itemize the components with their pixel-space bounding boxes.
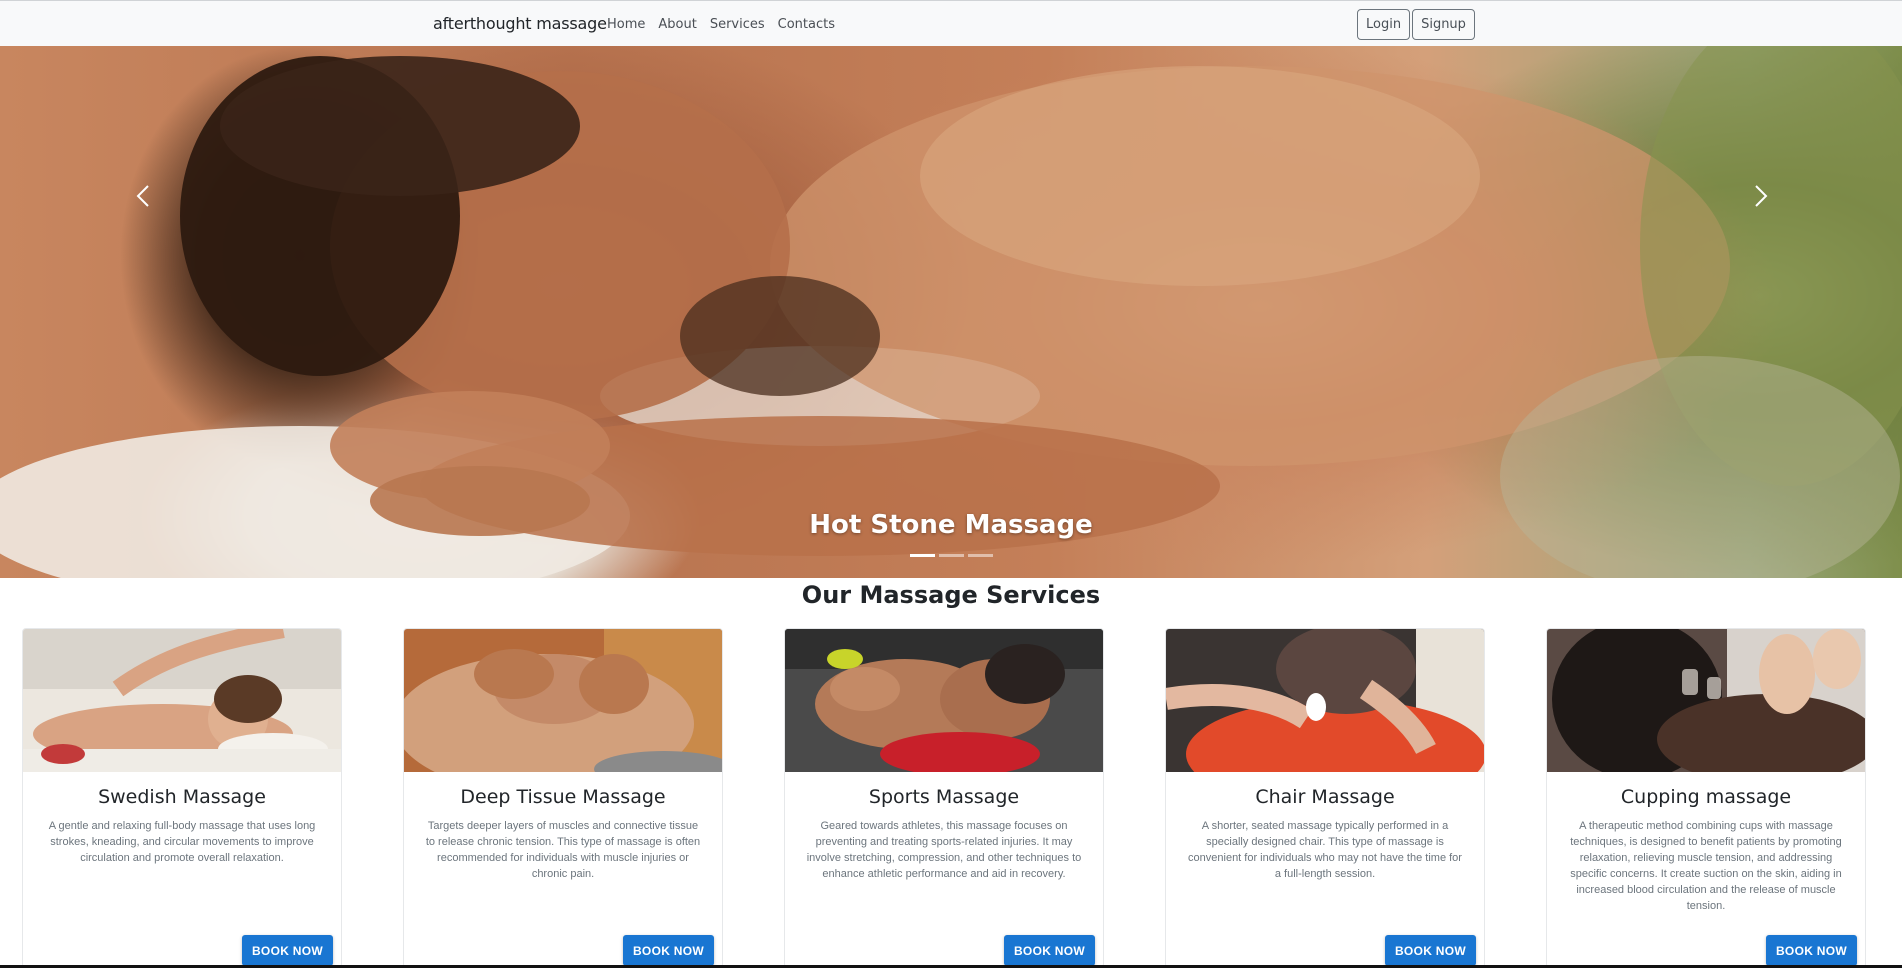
services-cards: Swedish Massage A gentle and relaxing fu… [22,628,1866,968]
hero-carousel: Hot Stone Massage [0,46,1902,578]
card-title: Cupping massage [1620,786,1792,808]
book-now-button[interactable]: BOOK NOW [1385,935,1476,966]
navbar: afterthought massage Home About Services… [0,0,1902,46]
carousel-next-button[interactable] [1741,166,1781,226]
card-image [1547,629,1865,772]
nav-link-services[interactable]: Services [710,17,765,32]
hero-image [0,46,1902,578]
card-description: Targets deeper layers of muscles and con… [425,820,701,880]
card-image [785,629,1103,772]
nav-link-about[interactable]: About [658,17,696,32]
card-description: A shorter, seated massage typically perf… [1188,820,1462,880]
book-now-button[interactable]: BOOK NOW [623,935,714,966]
carousel-indicator[interactable] [939,554,964,557]
card-title: Swedish Massage [98,786,266,808]
service-card-deep-tissue: Deep Tissue Massage Targets deeper layer… [403,628,723,968]
book-now-button[interactable]: BOOK NOW [1004,935,1095,966]
auth-buttons: Login Signup [1357,9,1475,40]
service-card-cupping: Cupping massage A therapeutic method com… [1546,628,1866,968]
nav-link-contacts[interactable]: Contacts [778,17,835,32]
services-title: Our Massage Services [801,581,1101,609]
carousel-indicator[interactable] [968,554,993,557]
carousel-prev-button[interactable] [123,166,163,226]
carousel-indicators [910,554,993,557]
card-description: A gentle and relaxing full-body massage … [48,820,316,864]
signup-button[interactable]: Signup [1412,9,1475,40]
chevron-left-icon [136,185,149,207]
card-image [23,629,341,772]
card-image [1166,629,1484,772]
nav-links: Home About Services Contacts [607,17,835,32]
card-title: Deep Tissue Massage [460,786,666,808]
card-title: Chair Massage [1255,786,1395,808]
hero-caption: Hot Stone Massage [809,510,1093,540]
card-title: Sports Massage [868,786,1020,808]
service-card-sports: Sports Massage Geared towards athletes, … [784,628,1104,968]
login-button[interactable]: Login [1357,9,1411,40]
book-now-button[interactable]: BOOK NOW [1766,935,1857,966]
chevron-right-icon [1755,185,1768,207]
brand-logo[interactable]: afterthought massage [433,14,607,33]
card-description: Geared towards athletes, this massage fo… [806,820,1082,880]
book-now-button[interactable]: BOOK NOW [242,935,333,966]
nav-link-home[interactable]: Home [607,17,645,32]
service-card-swedish: Swedish Massage A gentle and relaxing fu… [22,628,342,968]
card-description: A therapeutic method combining cups with… [1570,820,1842,912]
carousel-indicator[interactable] [910,554,935,557]
card-image [404,629,722,772]
service-card-chair: Chair Massage A shorter, seated massage … [1165,628,1485,968]
